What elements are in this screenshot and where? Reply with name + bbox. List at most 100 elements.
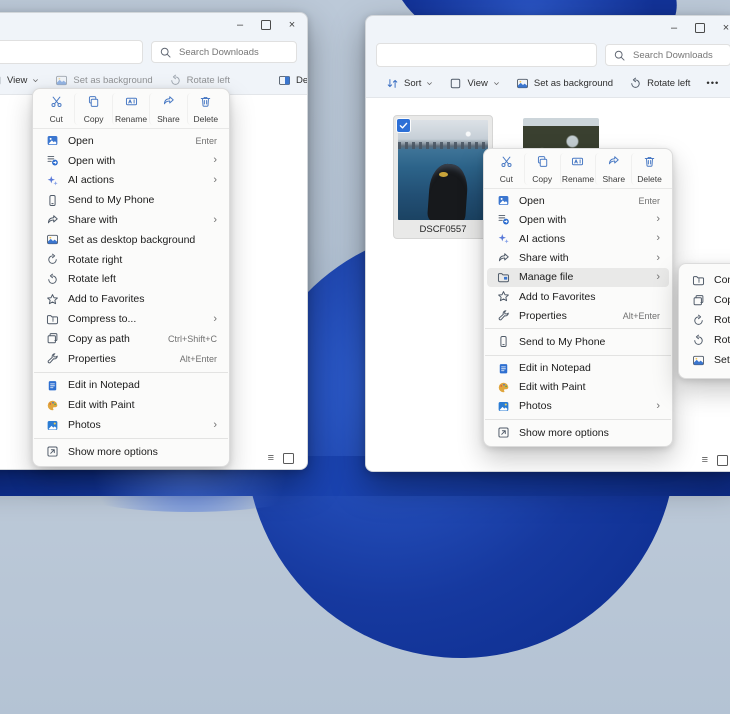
menu-item-photos[interactable]: Photos ›: [36, 415, 226, 435]
maximize-button[interactable]: [687, 19, 713, 38]
list-view-icon[interactable]: ≡: [702, 455, 708, 466]
quick-action-rename[interactable]: Rename: [559, 153, 596, 185]
menu-item-set-as-desktop-background[interactable]: Set as desktop background: [36, 230, 226, 250]
menu-item-compress-to[interactable]: Compress to...: [682, 270, 730, 290]
quick-action-cut[interactable]: Cut: [38, 93, 74, 125]
view-label: View: [7, 75, 28, 86]
search-input[interactable]: [177, 45, 289, 59]
minimize-button[interactable]: –: [661, 19, 687, 38]
menu-item-rotate-left[interactable]: Rotate left: [682, 330, 730, 350]
menu-item-rotate-right[interactable]: Rotate right: [36, 250, 226, 270]
menu-item-send-to-my-phone[interactable]: Send to My Phone: [36, 190, 226, 210]
view-menu-button[interactable]: View: [0, 74, 39, 87]
menu-item-label: Photos: [68, 419, 101, 432]
menu-item-copy-as-path[interactable]: Copy as path Ctrl+Shift+C: [36, 329, 226, 349]
chevron-right-icon: ›: [656, 213, 660, 226]
properties-icon: [45, 352, 60, 365]
menu-item-open[interactable]: Open Enter: [487, 191, 669, 210]
show-more-icon: [496, 426, 511, 439]
menu-item-manage-file[interactable]: Manage file ›: [487, 267, 669, 287]
search-input[interactable]: [631, 48, 723, 62]
menu-item-open-with[interactable]: Open with ›: [36, 151, 226, 171]
menu-item-label: Open: [519, 194, 545, 207]
quick-action-share[interactable]: Share: [149, 93, 186, 125]
menu-item-ai-actions[interactable]: AI actions ›: [36, 171, 226, 191]
menu-item-label: AI actions: [68, 174, 115, 187]
rotate-left-button[interactable]: Rotate left: [169, 74, 230, 87]
address-bar[interactable]: [0, 40, 143, 64]
set-as-background-button[interactable]: Set as background: [55, 74, 153, 87]
menu-item-edit-in-notepad[interactable]: Edit in Notepad: [487, 359, 669, 378]
minimize-button[interactable]: –: [227, 16, 253, 35]
search-box[interactable]: [151, 41, 297, 63]
quick-action-delete[interactable]: Delete: [631, 153, 667, 185]
menu-item-properties[interactable]: Properties Alt+Enter: [36, 349, 226, 369]
list-view-icon[interactable]: ≡: [268, 453, 274, 464]
sort-icon: [386, 77, 399, 90]
menu-item-label: Rotate left: [68, 273, 116, 286]
details-button[interactable]: Details: [278, 74, 307, 87]
menu-item-label: Open with: [68, 154, 116, 167]
address-bar[interactable]: [376, 43, 597, 67]
paint-icon: [45, 399, 60, 412]
cut-icon: [50, 95, 63, 113]
menu-item-label: Photos: [519, 400, 552, 413]
file-thumbnail-dscf0557[interactable]: DSCF0557: [393, 115, 493, 239]
maximize-button[interactable]: [253, 16, 279, 35]
menu-item-label: Manage file: [519, 271, 574, 284]
close-button[interactable]: ×: [713, 19, 730, 38]
search-box[interactable]: [605, 44, 730, 66]
menu-item-label: Rotate right: [714, 314, 730, 326]
thumbnail-view-icon[interactable]: [283, 453, 294, 464]
quick-action-copy[interactable]: Copy: [74, 93, 111, 125]
menu-item-rotate-left[interactable]: Rotate left: [36, 270, 226, 290]
menu-item-share-with[interactable]: Share with ›: [487, 249, 669, 268]
rotate-left-button[interactable]: Rotate left: [629, 77, 690, 90]
menu-item-rotate-right[interactable]: Rotate right: [682, 310, 730, 330]
menu-item-set-as-desktop-background[interactable]: Set as desktop background: [682, 350, 730, 370]
thumbnail-view-icon[interactable]: [717, 455, 728, 466]
menu-item-label: Rotate right: [68, 253, 123, 266]
menu-item-edit-with-paint[interactable]: Edit with Paint: [36, 395, 226, 415]
desktop: { "titlebar": { "minimize": "–", "close"…: [0, 0, 730, 714]
selected-checkbox[interactable]: [397, 119, 410, 132]
more-options-button[interactable]: •••: [706, 78, 719, 89]
menu-item-copy-as-path[interactable]: Copy as path: [682, 290, 730, 310]
view-menu-button[interactable]: View: [449, 77, 499, 90]
quick-action-copy[interactable]: Copy: [523, 153, 560, 185]
menu-item-photos[interactable]: Photos ›: [487, 397, 669, 416]
chevron-down-icon: [493, 80, 500, 87]
menu-item-send-to-my-phone[interactable]: Send to My Phone: [487, 332, 669, 351]
sort-menu-button[interactable]: Sort: [386, 77, 433, 90]
close-button[interactable]: ×: [279, 16, 305, 35]
menu-separator: [34, 371, 228, 373]
quick-action-cut[interactable]: Cut: [489, 153, 524, 185]
menu-item-add-to-favorites[interactable]: Add to Favorites: [36, 289, 226, 309]
menu-item-open-with[interactable]: Open with ›: [487, 210, 669, 229]
maximize-icon: [261, 20, 271, 30]
menu-item-label: Set as desktop background: [714, 354, 730, 366]
menu-item-properties[interactable]: Properties Alt+Enter: [487, 306, 669, 325]
menu-item-show-more-options[interactable]: Show more options: [487, 423, 669, 442]
set-as-background-button[interactable]: Set as background: [516, 77, 613, 90]
menu-item-ai-actions[interactable]: AI actions ›: [487, 229, 669, 248]
menu-item-label: Edit with Paint: [519, 381, 586, 394]
menu-item-share-with[interactable]: Share with ›: [36, 210, 226, 230]
menu-item-show-more-options[interactable]: Show more options: [36, 442, 226, 462]
menu-separator: [485, 328, 671, 330]
status-bar: ≡: [702, 455, 728, 466]
shortcut-label: Enter: [638, 195, 660, 206]
rotate-right-icon: [45, 253, 60, 266]
quick-action-rename[interactable]: Rename: [111, 93, 149, 125]
view-label: View: [467, 78, 488, 89]
quick-action-share[interactable]: Share: [595, 153, 631, 185]
menu-item-add-to-favorites[interactable]: Add to Favorites: [487, 287, 669, 306]
menu-item-label: Edit in Notepad: [68, 379, 140, 392]
view-icon: [449, 77, 462, 90]
menu-item-edit-in-notepad[interactable]: Edit in Notepad: [36, 376, 226, 396]
menu-item-open[interactable]: Open Enter: [36, 131, 226, 151]
quick-action-label: Copy: [532, 174, 553, 184]
menu-item-compress-to[interactable]: Compress to... ›: [36, 309, 226, 329]
menu-item-edit-with-paint[interactable]: Edit with Paint: [487, 378, 669, 397]
quick-action-delete[interactable]: Delete: [186, 93, 224, 125]
